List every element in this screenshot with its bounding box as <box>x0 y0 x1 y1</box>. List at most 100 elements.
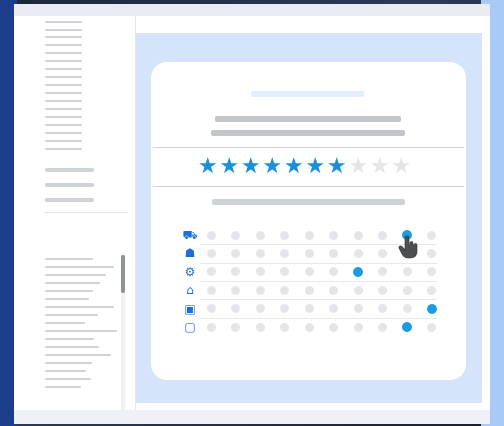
rating-option[interactable] <box>378 230 387 240</box>
list-item[interactable] <box>45 290 93 292</box>
rating-option[interactable] <box>426 303 437 314</box>
sidebar-item[interactable] <box>45 36 82 38</box>
rating-option[interactable] <box>206 322 216 332</box>
list-item[interactable] <box>45 346 99 348</box>
rating-option[interactable] <box>402 322 412 332</box>
rating-option[interactable] <box>378 248 387 258</box>
rating-option[interactable] <box>304 304 314 314</box>
list-item[interactable] <box>45 386 81 388</box>
sidebar-item[interactable] <box>45 124 82 126</box>
rating-option[interactable] <box>206 230 216 240</box>
rating-option[interactable] <box>206 267 216 277</box>
list-item[interactable] <box>45 370 86 372</box>
sidebar-item[interactable] <box>45 52 82 54</box>
star-6[interactable]: ★ <box>305 154 327 180</box>
sidebar-item[interactable] <box>45 116 82 118</box>
rating-option[interactable] <box>255 322 265 332</box>
star-8[interactable]: ★ <box>348 154 370 180</box>
rating-option[interactable] <box>304 322 314 332</box>
list-item[interactable] <box>45 258 93 260</box>
list-item[interactable] <box>45 338 94 340</box>
list-item[interactable] <box>45 306 114 308</box>
list-item[interactable] <box>45 314 98 316</box>
sidebar-item[interactable] <box>45 84 82 86</box>
list-item[interactable] <box>45 266 114 268</box>
rating-option[interactable] <box>255 230 265 240</box>
rating-option[interactable] <box>427 285 436 295</box>
rating-option[interactable] <box>329 322 338 332</box>
list-item[interactable] <box>45 330 117 332</box>
star-5[interactable]: ★ <box>283 154 305 180</box>
sidebar-item[interactable] <box>45 92 82 94</box>
list-item[interactable] <box>45 378 91 380</box>
rating-option[interactable] <box>378 322 387 332</box>
list-item[interactable] <box>45 298 89 300</box>
star-7[interactable]: ★ <box>326 154 348 180</box>
rating-option[interactable] <box>427 322 436 332</box>
list-item[interactable] <box>45 322 85 324</box>
list-item[interactable] <box>45 354 111 356</box>
sidebar-scrollbar-thumb[interactable] <box>121 255 125 293</box>
window-bottom-bar <box>14 410 490 424</box>
star-4[interactable]: ★ <box>262 154 284 180</box>
rating-option[interactable] <box>231 230 240 240</box>
rating-option[interactable] <box>255 248 265 258</box>
star-rating[interactable]: ★ ★ ★ ★ ★ ★ ★ ★ ★ ★ <box>197 154 427 180</box>
star-3[interactable]: ★ <box>240 154 262 180</box>
rating-option[interactable] <box>231 248 240 258</box>
rating-option[interactable] <box>353 304 363 314</box>
rating-option[interactable] <box>402 285 412 295</box>
rating-option[interactable] <box>280 322 289 332</box>
rating-option[interactable] <box>304 267 314 277</box>
sidebar-item[interactable] <box>45 68 82 70</box>
row-separator <box>200 299 437 301</box>
rating-option[interactable] <box>206 304 216 314</box>
sidebar-item[interactable] <box>45 44 82 46</box>
rating-option[interactable] <box>402 304 412 314</box>
sidebar-item[interactable] <box>45 140 82 142</box>
rating-option[interactable] <box>329 285 338 295</box>
sidebar-item[interactable] <box>45 60 82 62</box>
rating-option[interactable] <box>353 285 363 295</box>
rating-option[interactable] <box>280 248 289 258</box>
rating-option[interactable] <box>353 266 363 277</box>
cars-icon: ⛟ <box>182 228 198 242</box>
rating-option[interactable] <box>206 248 216 258</box>
rating-option[interactable] <box>378 285 387 295</box>
rating-option[interactable] <box>427 230 436 240</box>
rating-option[interactable] <box>329 230 338 240</box>
rating-option[interactable] <box>280 285 289 295</box>
list-item[interactable] <box>45 362 92 364</box>
rating-option[interactable] <box>329 248 338 258</box>
rating-option[interactable] <box>255 285 265 295</box>
rating-option[interactable] <box>402 267 412 277</box>
rating-option[interactable] <box>231 322 240 332</box>
star-9[interactable]: ★ <box>369 154 391 180</box>
sidebar-item[interactable] <box>45 108 82 110</box>
list-item[interactable] <box>45 282 100 284</box>
rating-option[interactable] <box>353 248 363 258</box>
rating-option[interactable] <box>427 248 436 258</box>
rating-option[interactable] <box>280 230 289 240</box>
rating-option[interactable] <box>304 285 314 295</box>
star-1[interactable]: ★ <box>197 154 219 180</box>
rating-option[interactable] <box>353 322 363 332</box>
sidebar-item[interactable] <box>45 76 82 78</box>
rating-option[interactable] <box>255 267 265 277</box>
sidebar-item[interactable] <box>45 21 82 23</box>
rating-option[interactable] <box>255 304 265 314</box>
rating-option[interactable] <box>206 285 216 295</box>
rating-option[interactable] <box>231 285 240 295</box>
rating-option[interactable] <box>353 230 363 240</box>
rating-option[interactable] <box>304 230 314 240</box>
sidebar-item[interactable] <box>45 29 82 31</box>
sidebar-item[interactable] <box>45 100 82 102</box>
star-10[interactable]: ★ <box>391 154 413 180</box>
list-item[interactable] <box>45 274 106 276</box>
rating-card <box>151 62 466 380</box>
rating-option[interactable] <box>304 248 314 258</box>
star-2[interactable]: ★ <box>219 154 241 180</box>
sidebar-item[interactable] <box>45 148 82 150</box>
row-separator <box>200 262 437 264</box>
sidebar-item[interactable] <box>45 132 82 134</box>
